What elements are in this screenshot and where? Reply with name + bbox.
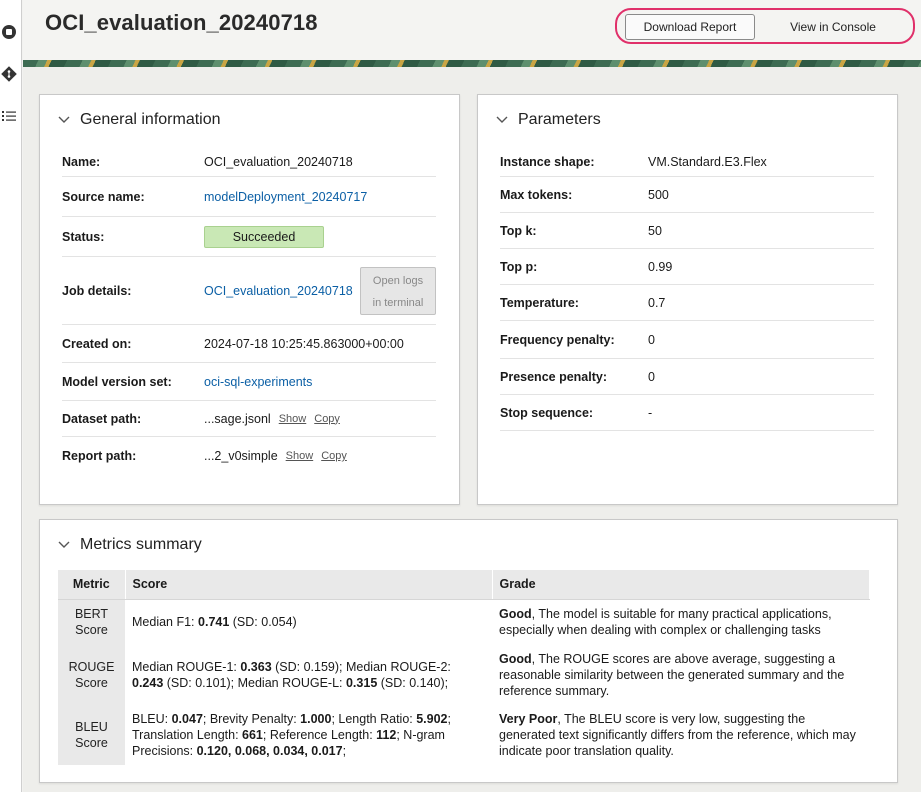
info-label: Dataset path: xyxy=(62,411,142,426)
metric-cell: ROUGE Score xyxy=(58,645,125,705)
info-value: ...sage.jsonl xyxy=(204,411,271,426)
info-row-created: Created on: 2024-07-18 10:25:45.863000+0… xyxy=(62,325,436,363)
download-report-button[interactable]: Download Report xyxy=(625,14,755,40)
score-cell: BLEU: 0.047; Brevity Penalty: 1.000; Len… xyxy=(132,712,451,758)
copy-dataset-path-link[interactable]: Copy xyxy=(314,413,340,425)
param-value: 0.7 xyxy=(648,295,666,310)
stop-circle-icon[interactable] xyxy=(0,23,18,41)
column-header: Score xyxy=(125,570,493,600)
chevron-down-icon[interactable] xyxy=(58,539,70,551)
header-action-group: Download Report View in Console xyxy=(615,8,915,44)
parameters-header[interactable]: Parameters xyxy=(496,111,601,129)
score-cell: Median F1: 0.741 (SD: 0.054) xyxy=(132,615,297,630)
open-logs-button[interactable]: Open logs in terminal xyxy=(360,267,436,315)
param-label: Max tokens: xyxy=(500,187,573,202)
info-label: Source name: xyxy=(62,189,145,204)
panel-title: General information xyxy=(80,111,221,128)
metrics-summary-panel: Metrics summary Metric Score Grade BERT … xyxy=(39,519,898,783)
param-label: Top k: xyxy=(500,223,537,238)
param-row: Max tokens: 500 xyxy=(500,177,874,213)
grade-cell: Good, The ROUGE scores are above average… xyxy=(499,652,845,698)
decorative-banner xyxy=(23,60,921,67)
page-header: OCI_evaluation_20240718 Download Report … xyxy=(23,0,921,60)
param-label: Frequency penalty: xyxy=(500,332,615,347)
info-value: ...2_v0simple xyxy=(204,449,278,463)
model-version-set-link[interactable]: oci-sql-experiments xyxy=(204,375,312,389)
table-row: BERT Score Median F1: 0.741 (SD: 0.054) … xyxy=(58,599,870,645)
info-label: Name: xyxy=(62,154,101,169)
panel-title: Metrics summary xyxy=(80,536,202,553)
param-label: Stop sequence: xyxy=(500,405,594,420)
info-label: Model version set: xyxy=(62,374,172,389)
metric-cell: BLEU Score xyxy=(58,705,125,765)
param-row: Top p: 0.99 xyxy=(500,249,874,285)
score-cell: Median ROUGE-1: 0.363 (SD: 0.159); Media… xyxy=(132,660,451,690)
general-information-panel: General information Name: OCI_evaluation… xyxy=(39,94,460,505)
info-row-dataset-path: Dataset path: ...sage.jsonl Show Copy xyxy=(62,401,436,437)
grade-cell: Very Poor, The BLEU score is very low, s… xyxy=(499,712,856,758)
metric-cell: BERT Score xyxy=(58,599,125,645)
git-icon[interactable] xyxy=(0,65,18,83)
info-label: Report path: xyxy=(62,449,137,463)
left-rail xyxy=(0,0,22,792)
source-name-link[interactable]: modelDeployment_20240717 xyxy=(204,190,367,204)
info-label: Status: xyxy=(62,229,105,244)
param-row: Stop sequence: - xyxy=(500,395,874,431)
info-row-name: Name: OCI_evaluation_20240718 xyxy=(62,147,436,177)
open-logs-label: in terminal xyxy=(372,297,424,309)
column-header: Metric xyxy=(58,570,126,600)
column-header: Grade xyxy=(492,570,870,600)
table-header-row: Metric Score Grade xyxy=(58,570,870,600)
info-label: Created on: xyxy=(62,336,132,351)
param-value: 0 xyxy=(648,369,655,384)
param-row: Presence penalty: 0 xyxy=(500,359,874,395)
metrics-table: Metric Score Grade BERT Score Median F1:… xyxy=(58,570,870,765)
grade-cell: Good, The model is suitable for many pra… xyxy=(499,607,832,638)
info-value: OCI_evaluation_20240718 xyxy=(204,154,353,169)
param-value: 50 xyxy=(648,223,662,238)
info-row-status: Status: Succeeded xyxy=(62,217,436,257)
table-row: ROUGE Score Median ROUGE-1: 0.363 (SD: 0… xyxy=(58,645,870,705)
param-label: Top p: xyxy=(500,259,538,274)
param-row: Top k: 50 xyxy=(500,213,874,249)
param-row: Temperature: 0.7 xyxy=(500,285,874,321)
param-value: - xyxy=(648,405,653,420)
page-title: OCI_evaluation_20240718 xyxy=(45,10,318,35)
list-icon[interactable] xyxy=(0,107,18,125)
general-information-header[interactable]: General information xyxy=(58,111,221,129)
show-dataset-path-link[interactable]: Show xyxy=(279,413,307,425)
table-row: BLEU Score BLEU: 0.047; Brevity Penalty:… xyxy=(58,705,870,765)
status-badge: Succeeded xyxy=(204,225,324,248)
view-in-console-button[interactable]: View in Console xyxy=(763,14,903,40)
parameters-panel: Parameters Instance shape: VM.Standard.E… xyxy=(477,94,898,505)
info-label: Job details: xyxy=(62,283,132,298)
metrics-summary-header[interactable]: Metrics summary xyxy=(58,536,202,554)
param-value: VM.Standard.E3.Flex xyxy=(648,154,767,169)
open-logs-label: Open logs xyxy=(372,275,424,287)
chevron-down-icon[interactable] xyxy=(496,114,508,126)
param-value: 0.99 xyxy=(648,259,673,274)
param-row: Frequency penalty: 0 xyxy=(500,321,874,359)
param-label: Instance shape: xyxy=(500,154,595,169)
param-row: Instance shape: VM.Standard.E3.Flex xyxy=(500,147,874,177)
chevron-down-icon[interactable] xyxy=(58,114,70,126)
show-report-path-link[interactable]: Show xyxy=(286,450,314,462)
info-row-source: Source name: modelDeployment_20240717 xyxy=(62,177,436,217)
job-details-link[interactable]: OCI_evaluation_20240718 xyxy=(204,284,353,298)
info-row-report-path: Report path: ...2_v0simple Show Copy xyxy=(62,437,436,475)
info-value: 2024-07-18 10:25:45.863000+00:00 xyxy=(204,336,404,351)
info-row-model-version-set: Model version set: oci-sql-experiments xyxy=(62,363,436,401)
param-value: 500 xyxy=(648,187,669,202)
param-value: 0 xyxy=(648,332,655,347)
panel-title: Parameters xyxy=(518,111,601,128)
param-label: Temperature: xyxy=(500,295,579,310)
copy-report-path-link[interactable]: Copy xyxy=(321,450,347,462)
param-label: Presence penalty: xyxy=(500,369,607,384)
